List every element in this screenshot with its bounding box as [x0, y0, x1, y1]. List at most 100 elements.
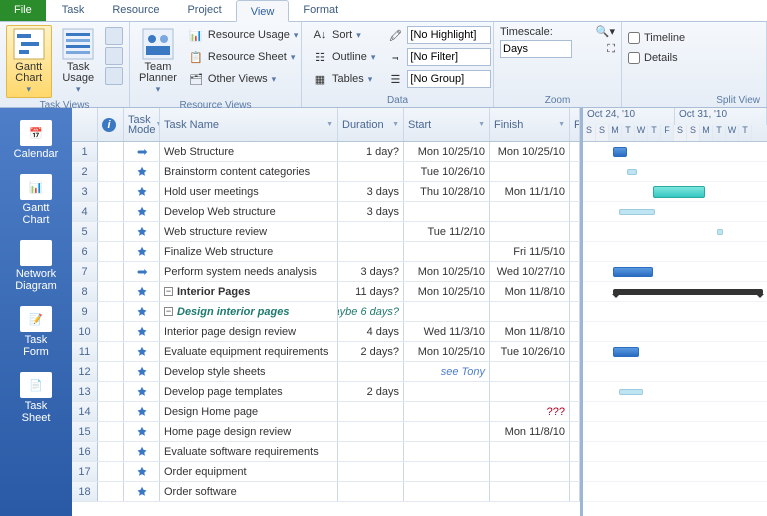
col-start[interactable]: Start▼	[404, 108, 490, 141]
duration-cell[interactable]	[338, 222, 404, 241]
gantt-row[interactable]	[583, 282, 767, 302]
menu-task[interactable]: Task	[48, 0, 99, 21]
extra-cell[interactable]	[570, 222, 580, 241]
taskname-cell[interactable]: Brainstorm content categories	[160, 162, 338, 181]
mode-cell[interactable]	[124, 422, 160, 441]
gantt-row[interactable]	[583, 262, 767, 282]
table-row[interactable]: 6Finalize Web structureFri 11/5/10	[72, 242, 580, 262]
team-planner-button[interactable]: Team Planner	[136, 25, 180, 98]
info-cell[interactable]	[98, 222, 124, 241]
nav-gantt[interactable]: 📊Gantt Chart	[6, 170, 66, 230]
start-cell[interactable]: see Tony	[404, 362, 490, 381]
menu-format[interactable]: Format	[289, 0, 352, 21]
extra-cell[interactable]	[570, 482, 580, 501]
network-diagram-mini-icon[interactable]	[105, 27, 123, 45]
table-row[interactable]: 2Brainstorm content categoriesTue 10/26/…	[72, 162, 580, 182]
start-cell[interactable]: Mon 10/25/10	[404, 262, 490, 281]
finish-cell[interactable]: Mon 11/8/10	[490, 422, 570, 441]
mode-cell[interactable]	[124, 362, 160, 381]
finish-cell[interactable]	[490, 442, 570, 461]
table-row[interactable]: 12Develop style sheetssee Tony	[72, 362, 580, 382]
taskname-cell[interactable]: −Design interior pages	[160, 302, 338, 321]
row-number[interactable]: 3	[72, 182, 98, 201]
table-row[interactable]: 4Develop Web structure3 days	[72, 202, 580, 222]
gantt-row[interactable]	[583, 382, 767, 402]
extra-cell[interactable]	[570, 422, 580, 441]
info-cell[interactable]	[98, 142, 124, 161]
duration-cell[interactable]	[338, 422, 404, 441]
info-cell[interactable]	[98, 182, 124, 201]
info-cell[interactable]	[98, 382, 124, 401]
row-number[interactable]: 11	[72, 342, 98, 361]
col-taskname[interactable]: Task Name▼	[160, 108, 338, 141]
gantt-row[interactable]	[583, 362, 767, 382]
mode-cell[interactable]	[124, 342, 160, 361]
info-cell[interactable]	[98, 262, 124, 281]
row-number[interactable]: 13	[72, 382, 98, 401]
mode-cell[interactable]	[124, 482, 160, 501]
col-duration[interactable]: Duration▼	[338, 108, 404, 141]
taskname-cell[interactable]: Develop page templates	[160, 382, 338, 401]
gantt-bar[interactable]	[613, 267, 653, 277]
finish-cell[interactable]: Wed 10/27/10	[490, 262, 570, 281]
col-extra[interactable]: F	[570, 108, 580, 141]
info-cell[interactable]	[98, 202, 124, 221]
info-cell[interactable]	[98, 422, 124, 441]
row-number[interactable]: 18	[72, 482, 98, 501]
mode-cell[interactable]	[124, 282, 160, 301]
duration-cell[interactable]: 3 days?	[338, 262, 404, 281]
zoom-fit-icon[interactable]: ⛶	[607, 43, 615, 56]
table-row[interactable]: 18Order software	[72, 482, 580, 502]
finish-cell[interactable]	[490, 302, 570, 321]
row-number[interactable]: 5	[72, 222, 98, 241]
group-combo[interactable]: ☰	[383, 69, 495, 89]
extra-cell[interactable]	[570, 382, 580, 401]
row-number[interactable]: 16	[72, 442, 98, 461]
extra-cell[interactable]	[570, 262, 580, 281]
gantt-row[interactable]	[583, 462, 767, 482]
menu-resource[interactable]: Resource	[98, 0, 173, 21]
table-row[interactable]: 11Evaluate equipment requirements2 days?…	[72, 342, 580, 362]
info-cell[interactable]	[98, 302, 124, 321]
other-views-button[interactable]: 🗂Other Views	[184, 69, 302, 89]
finish-cell[interactable]	[490, 482, 570, 501]
taskname-cell[interactable]: Design Home page	[160, 402, 338, 421]
start-cell[interactable]	[404, 202, 490, 221]
info-cell[interactable]	[98, 282, 124, 301]
resource-sheet-button[interactable]: 📋Resource Sheet	[184, 47, 302, 67]
table-row[interactable]: 3Hold user meetings3 daysThu 10/28/10Mon…	[72, 182, 580, 202]
extra-cell[interactable]	[570, 182, 580, 201]
highlight-combo[interactable]: 🖍	[383, 25, 495, 45]
extra-cell[interactable]	[570, 362, 580, 381]
finish-cell[interactable]: Mon 11/8/10	[490, 322, 570, 341]
row-number[interactable]: 15	[72, 422, 98, 441]
nav-calendar[interactable]: 📅Calendar	[6, 116, 66, 164]
mode-cell[interactable]	[124, 222, 160, 241]
timescale-combo[interactable]	[500, 40, 572, 58]
nav-taskform[interactable]: 📝Task Form	[6, 302, 66, 362]
gantt-chart-button[interactable]: Gantt Chart	[6, 25, 52, 98]
duration-cell[interactable]: 1 day?	[338, 142, 404, 161]
info-cell[interactable]	[98, 362, 124, 381]
row-number[interactable]: 2	[72, 162, 98, 181]
mode-cell[interactable]	[124, 382, 160, 401]
start-cell[interactable]: Thu 10/28/10	[404, 182, 490, 201]
row-number[interactable]: 4	[72, 202, 98, 221]
taskname-cell[interactable]: −Interior Pages	[160, 282, 338, 301]
start-cell[interactable]	[404, 482, 490, 501]
gantt-row[interactable]	[583, 162, 767, 182]
start-cell[interactable]	[404, 402, 490, 421]
menu-view[interactable]: View	[236, 0, 290, 22]
task-usage-button[interactable]: Task Usage	[56, 25, 102, 98]
taskname-cell[interactable]: Hold user meetings	[160, 182, 338, 201]
outline-toggle[interactable]: −	[164, 307, 173, 316]
finish-cell[interactable]	[490, 462, 570, 481]
info-cell[interactable]	[98, 442, 124, 461]
gantt-row[interactable]	[583, 222, 767, 242]
info-cell[interactable]	[98, 402, 124, 421]
finish-cell[interactable]: Mon 11/8/10	[490, 282, 570, 301]
info-cell[interactable]	[98, 482, 124, 501]
finish-cell[interactable]	[490, 202, 570, 221]
duration-cell[interactable]	[338, 442, 404, 461]
gantt-row[interactable]	[583, 482, 767, 502]
